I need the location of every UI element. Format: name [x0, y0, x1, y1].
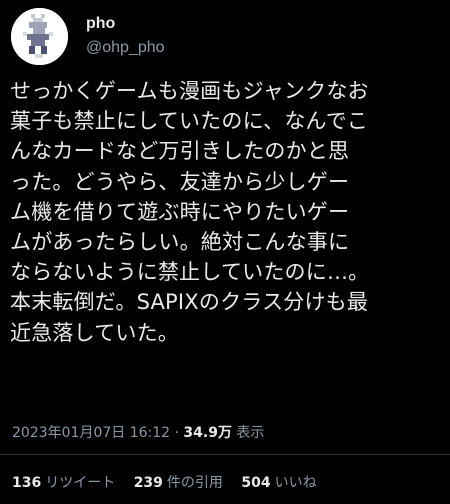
tweet-text-line: ムがあったらしい。絶対こんな事に	[10, 230, 350, 255]
retweets-count: 136	[12, 475, 42, 491]
author-handle[interactable]: @ohp_pho	[86, 39, 165, 57]
views-label: 表示	[236, 425, 265, 441]
tweet-timestamp[interactable]: 2023年01月07日 16:12	[12, 425, 170, 441]
quotes-label: 件の引用	[166, 475, 223, 491]
tweet-text-line: 近急落していた。	[10, 320, 179, 345]
author-avatar[interactable]	[11, 8, 68, 65]
tweet-stats: 136 リツイート 239 件の引用 504 いいね	[12, 472, 331, 492]
quotes-stat[interactable]: 239 件の引用	[134, 475, 223, 491]
retweets-label: リツイート	[45, 475, 116, 491]
tweet-text-line: せっかくゲームも漫画もジャンクなお	[10, 79, 369, 103]
tweet-text-line: 菓子も禁止にしていたのに、なんでこ	[10, 109, 369, 134]
tweet-text-line: ム機を借りて遊ぶ時にやりたいゲー	[10, 199, 350, 224]
tweet-text-line: 本末転倒だ。SAPIXのクラス分けも最	[10, 290, 369, 315]
tweet-card: pho @ohp_pho せっかくゲームも漫画もジャンクなお 菓子も禁止にしてい…	[0, 0, 450, 504]
views-count: 34.9万	[183, 425, 232, 441]
tweet-text-line: ならないように禁止していたのに…。	[10, 260, 370, 285]
tweet-text-line: んなカードなど万引きしたのかと思	[10, 139, 350, 164]
meta-separator: ·	[174, 425, 179, 441]
tweet-text-line: った。どうやら、友達から少しゲー	[10, 169, 350, 194]
likes-label: いいね	[274, 475, 317, 491]
tweet-meta: 2023年01月07日 16:12 · 34.9万 表示	[12, 422, 264, 442]
likes-stat[interactable]: 504 いいね	[241, 475, 316, 491]
quotes-count: 239	[133, 475, 163, 491]
tweet-body: せっかくゲームも漫画もジャンクなお 菓子も禁止にしていたのに、なんでこ んなカー…	[10, 76, 446, 348]
author-display-name[interactable]: pho	[86, 15, 115, 33]
retweets-stat[interactable]: 136 リツイート	[12, 475, 115, 491]
likes-count: 504	[241, 475, 271, 491]
divider	[0, 454, 450, 455]
pixel-character-avatar-icon	[11, 8, 68, 65]
